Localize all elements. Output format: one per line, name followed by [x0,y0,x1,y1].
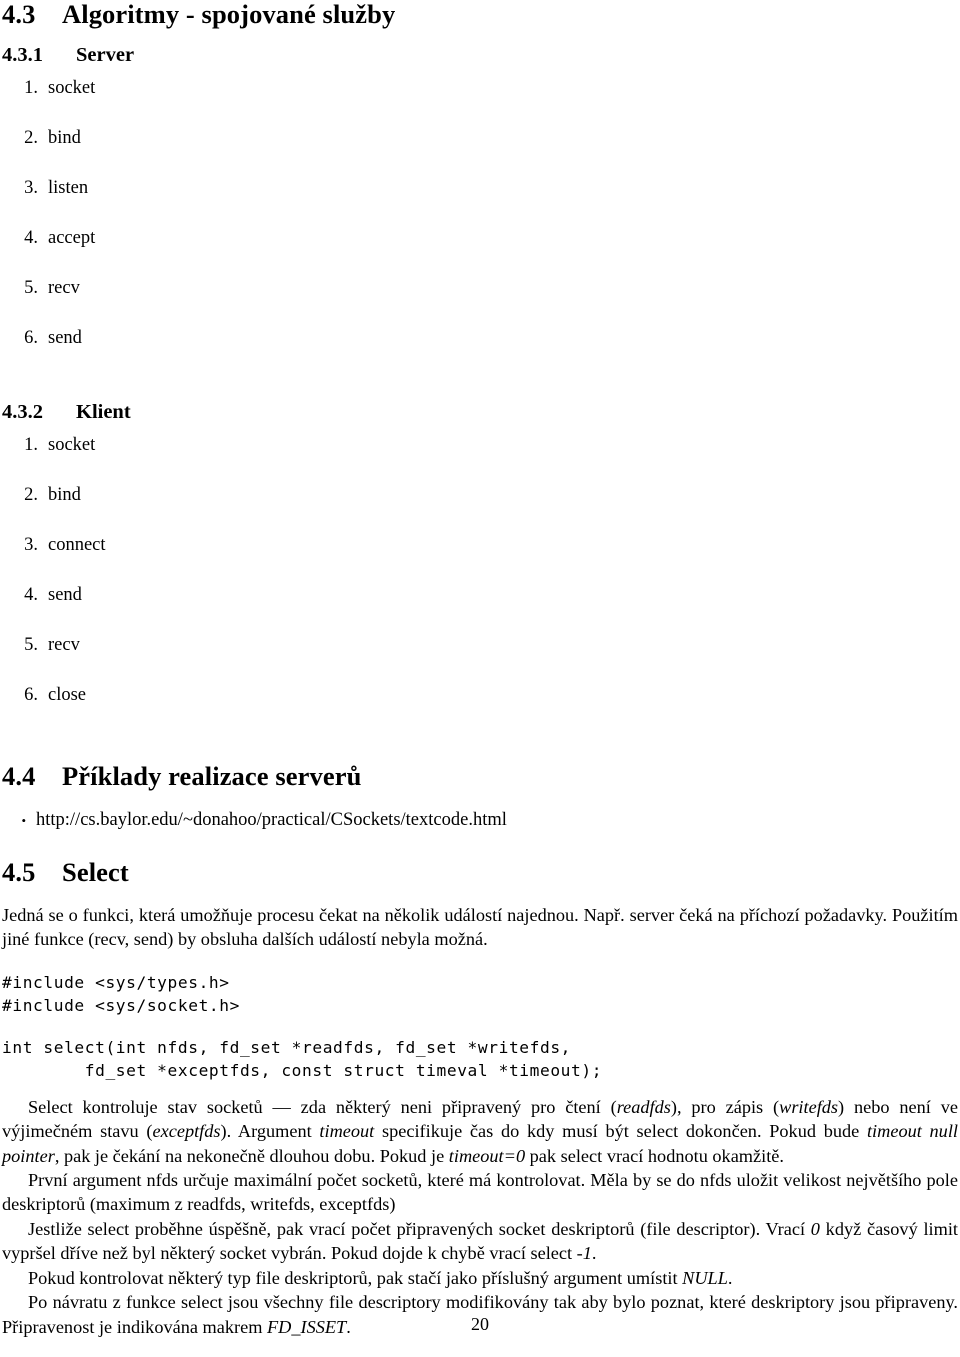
list-item-marker: 4. [24,585,38,606]
subsection-title-4-3-2: Klient [76,401,131,424]
list-item-label: socket [48,435,96,456]
list-item-label: close [48,685,87,706]
list-item-marker: 5. [24,278,38,299]
section-title-4-4: Příklady realizace serverů [62,761,362,792]
list-item: • http://cs.baylor.edu/~donahoo/practica… [2,809,958,831]
list-item-label: socket [48,78,96,99]
subsection-title-4-3-1: Server [76,43,135,66]
list-item-marker: 1. [24,435,38,456]
list-item: 3. connect [2,536,958,586]
document-page: 4.3 Algoritmy - spojované služby 4.3.1 Ser… [0,0,960,1357]
external-link-textcode[interactable]: http://cs.baylor.edu/~donahoo/practical/… [36,809,507,831]
list-item-marker: 6. [24,328,38,349]
list-item: 6. send [2,329,958,379]
list-item-label: send [48,585,82,606]
list-item-marker: 4. [24,228,38,249]
intro-line-1: Jedná se o funkci, která umožňuje proces… [2,904,800,925]
subsection-number-4-3-2: 4.3.2 [2,401,43,424]
klient-steps-list: 1. socket 2. bind 3. connect 4. send 5. recv … [2,436,958,736]
list-item: 4. send [2,586,958,636]
list-item-label: connect [48,535,106,556]
list-item: 1. socket [2,436,958,486]
list-item-marker: 5. [24,635,38,656]
list-item-label: recv [48,635,80,656]
heading-subsection-4-3-1: 4.3.1 Server [2,44,958,67]
list-item: 5. recv [2,636,958,686]
paragraph-select-navratova-hodnota: Jestliže select proběhne úspěšně, pak vr… [2,1218,958,1264]
list-item-marker: 3. [24,535,38,556]
list-item: 1. socket [2,79,958,129]
heading-section-4-5: 4.5 Select [2,857,958,888]
list-item-marker: 2. [24,128,38,149]
list-item-label: bind [48,485,81,506]
heading-section-4-4: 4.4 Příklady realizace serverů [2,762,958,792]
list-item-label: listen [48,178,89,199]
heading-section-4-3: 4.3 Algoritmy - spojované služby [2,0,958,30]
heading-subsection-4-3-2: 4.3.2 Klient [2,401,958,424]
list-item-label: send [48,328,82,349]
section-number-4-4: 4.4 [2,761,36,792]
list-item-marker: 2. [24,485,38,506]
page-number: 20 [471,1314,489,1334]
list-item-label: recv [48,278,80,299]
priklady-bullet-list: • http://cs.baylor.edu/~donahoo/practica… [2,809,958,831]
section-title-4-5: Select [62,857,129,888]
section-number-4-3: 4.3 [2,0,36,29]
section-title-4-3: Algoritmy - spojované služby [62,0,396,29]
list-item: 6. close [2,686,958,736]
list-item: 2. bind [2,486,958,536]
list-item: 2. bind [2,129,958,179]
page-number-footer: 20 [0,1314,960,1335]
paragraph-select-null: Pokud kontrolovat některý typ file deskr… [28,1267,733,1288]
code-block-select-signature: int select(int nfds, fd_set *readfds, fd… [2,1037,603,1080]
select-intro-paragraph: Jedná se o funkci, která umožňuje proces… [2,903,958,952]
list-item-marker: 1. [24,78,38,99]
list-item-marker: 6. [24,685,38,706]
paragraph-select-nfds: První argument nfds určuje maximální poč… [2,1170,958,1215]
bullet-icon: • [21,813,26,829]
server-steps-list: 1. socket 2. bind 3. listen 4. accept 5. recv… [2,79,958,379]
list-item: 4. accept [2,229,958,279]
list-item: 5. recv [2,279,958,329]
list-item-marker: 3. [24,178,38,199]
list-item-label: accept [48,228,96,249]
subsection-number-4-3-1: 4.3.1 [2,43,43,66]
paragraph-select-kontroluje: Select kontroluje stav socketů — zda něk… [2,1096,958,1166]
list-item-label: bind [48,128,81,149]
list-item: 3. listen [2,179,958,229]
section-number-4-5: 4.5 [2,857,36,888]
code-block-includes: #include <sys/types.h> #include <sys/soc… [2,972,240,1015]
